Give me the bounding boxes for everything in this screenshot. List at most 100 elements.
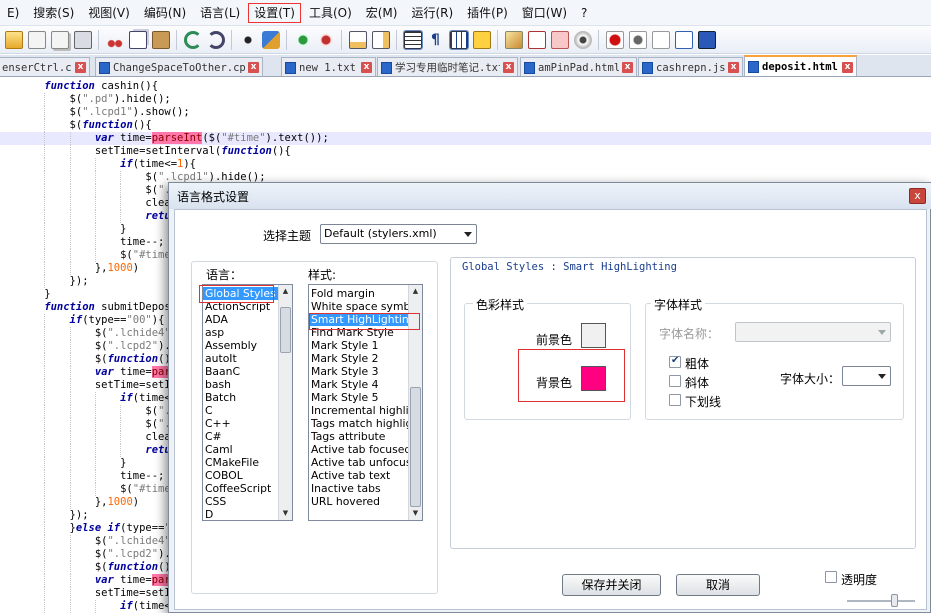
list-item[interactable]: Incremental highlight [309,404,408,417]
folder-workspace-icon[interactable] [550,30,569,49]
menu-item[interactable]: 视图(V) [81,2,137,24]
list-item[interactable]: Batch [203,391,278,404]
font-name-select[interactable] [735,322,891,342]
undo-icon[interactable] [183,30,202,49]
tab-close-icon[interactable]: x [842,61,853,73]
menu-item[interactable]: E) [0,2,26,24]
bold-checkbox[interactable] [669,355,681,368]
language-list[interactable]: Global Styles ActionScript ADA asp Assembly a… [202,284,293,521]
tab-close-icon[interactable]: x [503,62,514,73]
transparency-checkbox[interactable] [825,571,837,583]
sync-horizontal-icon[interactable] [371,30,390,49]
replace-icon[interactable] [261,30,280,49]
menu-item[interactable]: 语言(L) [193,2,247,24]
redo-icon[interactable] [206,30,225,49]
cancel-button[interactable]: 取消 [676,574,760,596]
list-item[interactable]: Tags match highlighting [309,417,408,430]
find-icon[interactable] [238,30,257,49]
list-item[interactable]: CMakeFile [203,456,278,469]
scroll-down-icon[interactable]: ▼ [409,507,422,520]
tab-changespacetoother-cpp[interactable]: ChangeSpaceToOther.cpp x [95,57,263,76]
menu-item[interactable]: 插件(P) [460,2,515,24]
tab-cashrepn-js[interactable]: cashrepn.js x [638,57,743,76]
tab-new-1-txt[interactable]: new 1.txt x [281,57,376,76]
print-icon[interactable] [73,30,92,49]
list-item[interactable]: asp [203,326,278,339]
tab-ampinpad-html[interactable]: amPinPad.html x [520,57,637,76]
tab-close-icon[interactable]: x [361,62,372,73]
tab-close-icon[interactable]: x [75,62,86,73]
list-item[interactable]: C# [203,430,278,443]
paste-icon[interactable] [151,30,170,49]
scroll-thumb[interactable] [410,387,421,507]
function-list-icon[interactable] [527,30,546,49]
record-macro-icon[interactable] [605,30,624,49]
monitoring-icon[interactable] [573,30,592,49]
list-item[interactable]: Inactive tabs [309,482,408,495]
tab-close-icon[interactable]: x [622,62,633,73]
copy-icon[interactable] [128,30,147,49]
save-and-close-button[interactable]: 保存并关闭 [562,574,661,596]
dialog-titlebar[interactable]: 语言格式设置 x [169,183,931,209]
list-item[interactable]: Mark Style 5 [309,391,408,404]
indent-guide-icon[interactable] [448,29,469,50]
close-file-icon[interactable] [27,30,46,49]
zoom-in-icon[interactable] [293,30,312,49]
menu-item[interactable]: 运行(R) [404,2,460,24]
scroll-down-icon[interactable]: ▼ [279,507,292,520]
sync-vertical-icon[interactable] [348,30,367,49]
list-item[interactable]: COBOL [203,469,278,482]
list-item[interactable]: BaanC [203,365,278,378]
list-item[interactable]: Tags attribute [309,430,408,443]
list-item[interactable]: URL hovered [309,495,408,508]
list-item[interactable]: Mark Style 1 [309,339,408,352]
transparency-slider-thumb[interactable] [891,594,898,607]
play-macro-icon[interactable] [651,30,670,49]
list-item[interactable]: CSS [203,495,278,508]
tab-enserctrl-cpp[interactable]: enserCtrl.cppx [0,57,90,76]
list-item[interactable]: Mark Style 2 [309,352,408,365]
doc-map-icon[interactable] [504,30,523,49]
menu-item[interactable]: 工具(O) [302,2,359,24]
menu-item[interactable]: 编码(N) [137,2,193,24]
font-size-select[interactable] [842,366,891,386]
theme-select[interactable]: Default (stylers.xml) [320,224,477,244]
list-item[interactable]: ADA [203,313,278,326]
menu-item[interactable]: 设置(T) [247,2,302,24]
list-item[interactable]: Mark Style 4 [309,378,408,391]
background-color-swatch[interactable] [581,366,606,391]
save-macro-icon[interactable] [697,30,716,49]
menu-item[interactable]: ? [574,2,594,24]
show-all-chars-icon[interactable]: ¶ [427,31,445,49]
stop-macro-icon[interactable] [628,30,647,49]
list-item[interactable]: Mark Style 3 [309,365,408,378]
list-item[interactable]: C [203,404,278,417]
dialog-close-button[interactable]: x [909,188,926,204]
list-item[interactable]: Fold margin [309,287,408,300]
list-item[interactable]: Active tab text [309,469,408,482]
zoom-out-icon[interactable] [316,30,335,49]
tab-close-icon[interactable]: x [728,62,739,73]
list-item[interactable]: autoIt [203,352,278,365]
run-macro-multiple-icon[interactable] [674,30,693,49]
cut-icon[interactable] [105,30,124,49]
tab--txt[interactable]: 学习专用临时笔记.txt x [377,57,518,76]
scroll-thumb[interactable] [280,307,291,353]
scroll-up-icon[interactable]: ▲ [279,285,292,298]
tab-close-icon[interactable]: x [248,62,259,73]
foreground-color-swatch[interactable] [581,323,606,348]
italic-checkbox[interactable] [669,375,681,387]
list-item[interactable]: Caml [203,443,278,456]
language-list-scrollbar[interactable]: ▲ ▼ [278,285,292,520]
menu-item[interactable]: 窗口(W) [515,2,574,24]
underline-checkbox[interactable] [669,394,681,406]
list-item[interactable]: Assembly [203,339,278,352]
list-item[interactable]: CoffeeScript [203,482,278,495]
close-all-icon[interactable] [50,30,69,49]
menu-item[interactable]: 宏(M) [359,2,405,24]
list-item[interactable]: Active tab unfocused [309,456,408,469]
list-item[interactable]: White space symbol [309,300,408,313]
list-item[interactable]: D [203,508,278,520]
scroll-up-icon[interactable]: ▲ [409,285,422,298]
menu-item[interactable]: 搜索(S) [26,2,81,24]
